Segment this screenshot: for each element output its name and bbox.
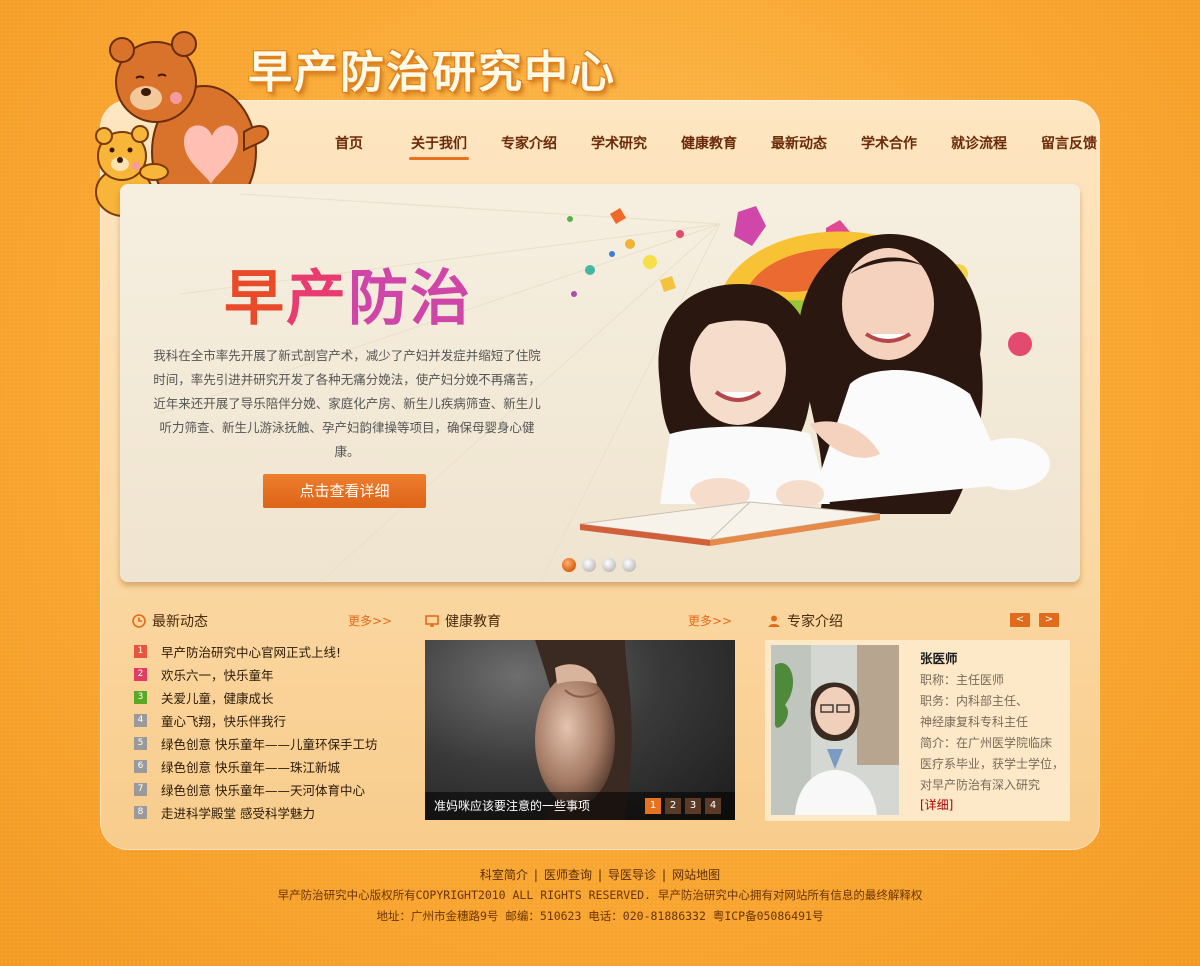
health-feature-image[interactable]: 准妈咪应该要注意的一些事项 1 2 3 4 bbox=[425, 640, 735, 820]
news-item-title: 走进科学殿堂 感受科学魅力 bbox=[161, 806, 315, 821]
footer-link-sitemap[interactable]: 网站地图 bbox=[672, 868, 720, 882]
nav-cooperation[interactable]: 学术合作 bbox=[844, 134, 934, 158]
banner-headline-part-3: 防治 bbox=[348, 264, 472, 334]
expert-info-line: 职称：主任医师 bbox=[920, 673, 1005, 687]
nav-about[interactable]: 关于我们 bbox=[394, 134, 484, 160]
news-item-title: 绿色创意 快乐童年——珠江新城 bbox=[161, 760, 340, 775]
expert-info: 职称：主任医师 职务：内科部主任、 神经康复科专科主任 简介：在广州医学院临床 … bbox=[920, 670, 1064, 796]
expert-info-line: 职务：内科部主任、 bbox=[920, 694, 1029, 708]
health-page-2[interactable]: 2 bbox=[665, 798, 681, 814]
experts-next-button[interactable]: > bbox=[1039, 613, 1059, 627]
news-number-badge: 5 bbox=[134, 737, 147, 750]
banner-description: 我科在全市率先开展了新式剖宫产术，减少了产妇并发症并缩短了住院时间，率先引进并研… bbox=[153, 348, 541, 459]
news-number-badge: 8 bbox=[134, 806, 147, 819]
banner-dot-3[interactable] bbox=[602, 558, 616, 572]
expert-info-line: 对早产防治有深入研究 bbox=[920, 778, 1041, 792]
clock-icon bbox=[132, 614, 146, 628]
news-more-link[interactable]: 更多>> bbox=[348, 612, 392, 629]
news-title: 最新动态 bbox=[152, 614, 208, 630]
news-number-badge: 6 bbox=[134, 760, 147, 773]
news-item-title: 绿色创意 快乐童年——天河体育中心 bbox=[161, 783, 365, 798]
expert-detail-link[interactable]: [详细] bbox=[920, 796, 953, 813]
expert-info-line: 简介：在广州医学院临床 bbox=[920, 736, 1053, 750]
site-title: 早产防治研究中心 bbox=[248, 47, 616, 98]
news-item-title: 绿色创意 快乐童年——儿童环保手工坊 bbox=[161, 737, 378, 752]
banner-headline-part-1: 早 bbox=[224, 264, 286, 334]
nav-home[interactable]: 首页 bbox=[304, 134, 394, 158]
news-number-badge: 3 bbox=[134, 691, 147, 704]
health-page-3[interactable]: 3 bbox=[685, 798, 701, 814]
hero-banner: 早产防治 我科在全市率先开展了新式剖宫产术，减少了产妇并发症并缩短了住院时间，率… bbox=[120, 184, 1080, 582]
experts-header: 专家介绍 bbox=[767, 611, 843, 631]
mother-and-child-illustration bbox=[567, 206, 1050, 546]
banner-dot-4[interactable] bbox=[622, 558, 636, 572]
doctor-portrait bbox=[771, 645, 899, 815]
expert-info-line: 神经康复科专科主任 bbox=[920, 715, 1029, 729]
news-number-badge: 7 bbox=[134, 783, 147, 796]
banner-pagination bbox=[562, 558, 636, 572]
news-item[interactable]: 2 欢乐六一，快乐童年 bbox=[134, 663, 377, 686]
footer-links: 科室简介 | 医师查询 | 导医导诊 | 网站地图 bbox=[0, 866, 1200, 883]
footer-link-department[interactable]: 科室简介 bbox=[480, 868, 528, 882]
banner-dot-1[interactable] bbox=[562, 558, 576, 572]
expert-info-line: 医疗系毕业，获学士学位， bbox=[920, 757, 1065, 771]
expert-card: 张医师 职称：主任医师 职务：内科部主任、 神经康复科专科主任 简介：在广州医学… bbox=[765, 640, 1070, 821]
nav-feedback[interactable]: 留言反馈 bbox=[1024, 134, 1114, 158]
banner-headline-part-2: 产 bbox=[286, 264, 348, 334]
experts-title: 专家介绍 bbox=[787, 614, 843, 630]
health-more-link[interactable]: 更多>> bbox=[688, 612, 732, 629]
health-header: 健康教育 bbox=[425, 611, 501, 631]
nav-research[interactable]: 学术研究 bbox=[574, 134, 664, 158]
news-item[interactable]: 5 绿色创意 快乐童年——儿童环保手工坊 bbox=[134, 732, 377, 755]
nav-news[interactable]: 最新动态 bbox=[754, 134, 844, 158]
news-item-title: 童心飞翔，快乐伴我行 bbox=[161, 714, 287, 729]
news-item[interactable]: 8 走进科学殿堂 感受科学魅力 bbox=[134, 801, 377, 824]
news-list: 1 早产防治研究中心官网正式上线! 2 欢乐六一，快乐童年 3 关爱儿童，健康成… bbox=[134, 640, 377, 824]
news-header: 最新动态 bbox=[132, 611, 208, 631]
health-caption: 准妈咪应该要注意的一些事项 bbox=[434, 799, 591, 813]
news-number-badge: 4 bbox=[134, 714, 147, 727]
footer-link-guide[interactable]: 导医导诊 bbox=[608, 868, 656, 882]
monitor-icon bbox=[425, 615, 439, 627]
news-item-title: 早产防治研究中心官网正式上线! bbox=[161, 645, 342, 660]
news-item-title: 关爱儿童，健康成长 bbox=[161, 691, 274, 706]
view-details-button[interactable]: 点击查看详细 bbox=[263, 474, 426, 508]
user-icon bbox=[768, 615, 780, 627]
footer-link-doctor-search[interactable]: 医师查询 bbox=[544, 868, 592, 882]
expert-name: 张医师 bbox=[920, 651, 958, 666]
news-item[interactable]: 1 早产防治研究中心官网正式上线! bbox=[134, 640, 377, 663]
footer-copyright: 早产防治研究中心版权所有COPYRIGHT2010 ALL RIGHTS RES… bbox=[277, 888, 923, 902]
health-pagination: 1 2 3 4 bbox=[645, 798, 721, 814]
health-title: 健康教育 bbox=[445, 614, 501, 630]
news-number-badge: 2 bbox=[134, 668, 147, 681]
nav-experts[interactable]: 专家介绍 bbox=[484, 134, 574, 158]
news-item-title: 欢乐六一，快乐童年 bbox=[161, 668, 274, 683]
news-item[interactable]: 3 关爱儿童，健康成长 bbox=[134, 686, 377, 709]
news-number-badge: 1 bbox=[134, 645, 147, 658]
footer-separator: | bbox=[597, 868, 603, 882]
banner-headline: 早产防治 bbox=[224, 250, 472, 337]
health-page-4[interactable]: 4 bbox=[705, 798, 721, 814]
nav-visit-process[interactable]: 就诊流程 bbox=[934, 134, 1024, 158]
experts-prev-button[interactable]: < bbox=[1010, 613, 1030, 627]
expert-photo[interactable] bbox=[771, 645, 899, 815]
main-nav: 首页 关于我们 专家介绍 学术研究 健康教育 最新动态 学术合作 就诊流程 留言… bbox=[304, 134, 1114, 160]
news-item[interactable]: 4 童心飞翔，快乐伴我行 bbox=[134, 709, 377, 732]
banner-dot-2[interactable] bbox=[582, 558, 596, 572]
footer-separator: | bbox=[662, 868, 667, 882]
nav-health-education[interactable]: 健康教育 bbox=[664, 134, 754, 158]
footer-separator: | bbox=[533, 868, 538, 882]
news-item[interactable]: 7 绿色创意 快乐童年——天河体育中心 bbox=[134, 778, 377, 801]
footer-address: 地址：广州市金穗路9号 邮编：510623 电话：020-81886332 粤I… bbox=[376, 909, 824, 923]
health-page-1[interactable]: 1 bbox=[645, 798, 661, 814]
news-item[interactable]: 6 绿色创意 快乐童年——珠江新城 bbox=[134, 755, 377, 778]
